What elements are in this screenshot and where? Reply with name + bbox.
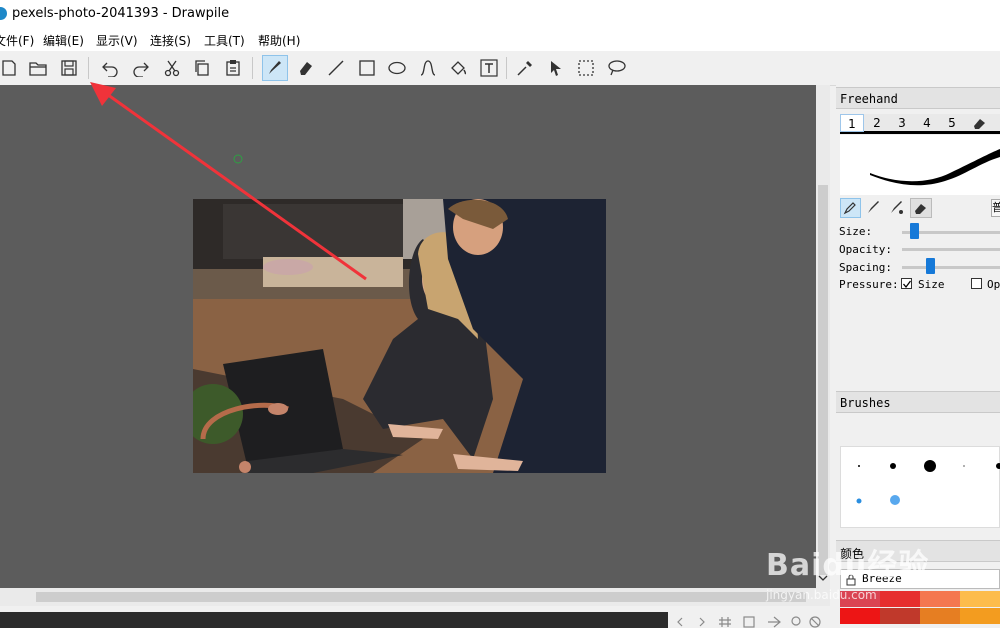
dock-scroll-down-icon[interactable] — [817, 572, 829, 584]
right-dock: Freehand 1 2 3 4 5 普 Size: Opacity: Spac… — [836, 85, 1000, 628]
brush-preview — [840, 135, 1000, 195]
palette-swatch[interactable] — [920, 591, 960, 607]
size-slider-handle[interactable] — [910, 223, 919, 239]
palette-selector[interactable]: Breeze — [840, 569, 1000, 589]
eraser-mode-icon[interactable] — [910, 198, 932, 218]
brush-slot-tab-1[interactable]: 1 — [840, 114, 864, 132]
chat-box[interactable] — [0, 612, 668, 628]
status-icons — [677, 616, 821, 628]
palette-panel-title: 颜色 — [836, 540, 1000, 562]
horizontal-scrollbar-thumb[interactable] — [36, 592, 806, 602]
palette-swatch[interactable] — [840, 608, 880, 624]
opacity-slider-track[interactable] — [902, 248, 1000, 251]
palette-swatch[interactable] — [960, 591, 1000, 607]
canvas-vertical-scrollbar[interactable] — [816, 85, 830, 588]
brush-slot-tab-3[interactable]: 3 — [890, 114, 914, 132]
lock-icon — [846, 574, 856, 586]
spacing-slider-track[interactable] — [902, 266, 1000, 269]
brush-slot-tab-2[interactable]: 2 — [865, 114, 889, 132]
pressure-opacity-label: Op — [987, 278, 1000, 291]
palette-swatch[interactable] — [880, 608, 920, 624]
brush-slot-tab-4[interactable]: 4 — [915, 114, 939, 132]
pressure-size-checkbox[interactable] — [901, 278, 912, 289]
eraser-slot-icon[interactable] — [972, 116, 988, 130]
smudge-mode-icon[interactable] — [887, 198, 908, 218]
freehand-panel-title: Freehand — [836, 87, 1000, 109]
palette-swatch[interactable] — [840, 591, 880, 607]
brushes-panel-title: Brushes — [836, 391, 1000, 413]
brush-slot-tab-5[interactable]: 5 — [940, 114, 964, 132]
status-bar — [0, 606, 830, 628]
pressure-label: Pressure: — [839, 278, 899, 291]
spacing-slider-handle[interactable] — [926, 258, 935, 274]
preset-button[interactable]: 普 — [991, 199, 1000, 217]
palette-swatch[interactable] — [960, 608, 1000, 624]
pencil-mode-icon[interactable] — [840, 198, 861, 218]
brush-mode-buttons — [840, 198, 936, 219]
pressure-size-label: Size — [918, 278, 945, 291]
opacity-label: Opacity: — [839, 243, 892, 256]
brush-slot-tabs: 1 2 3 4 5 — [840, 114, 1000, 134]
vertical-scrollbar-thumb[interactable] — [818, 185, 828, 575]
brush-mode-icon[interactable] — [864, 198, 885, 218]
palette-name: Breeze — [862, 572, 902, 585]
pressure-opacity-checkbox[interactable] — [971, 278, 982, 289]
palette-swatch[interactable] — [920, 608, 960, 624]
canvas-horizontal-scrollbar[interactable] — [0, 588, 830, 606]
spacing-label: Spacing: — [839, 261, 892, 274]
brush-presets-grid[interactable] — [840, 446, 1000, 528]
size-label: Size: — [839, 225, 873, 238]
palette-swatch[interactable] — [880, 591, 920, 607]
